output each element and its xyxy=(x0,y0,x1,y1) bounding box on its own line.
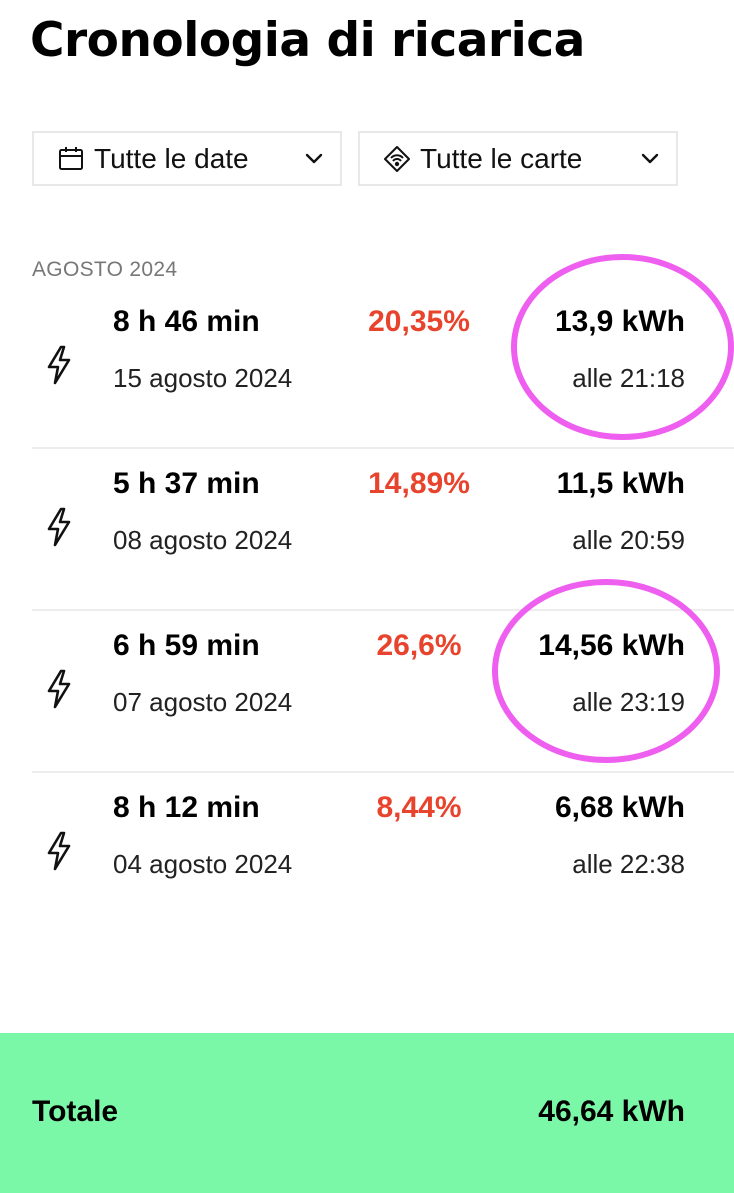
charging-session-row[interactable]: 5 h 37 min 08 agosto 2024 14,89% 11,5 kW… xyxy=(32,449,734,611)
session-time: alle 21:18 xyxy=(572,363,685,393)
charging-session-row[interactable]: 6 h 59 min 07 agosto 2024 26,6% 14,56 kW… xyxy=(32,611,734,773)
lightning-bolt-icon xyxy=(46,669,72,709)
total-value: 46,64 kWh xyxy=(538,1095,685,1128)
session-percent: 26,6% xyxy=(376,629,462,662)
charging-session-row[interactable]: 8 h 12 min 04 agosto 2024 8,44% 6,68 kWh… xyxy=(32,773,734,935)
card-filter-label: Tutte le carte xyxy=(420,142,583,174)
session-duration: 5 h 37 min xyxy=(113,467,260,500)
chevron-down-icon xyxy=(640,151,660,165)
total-bar: Totale 46,64 kWh xyxy=(0,1033,734,1193)
date-filter-dropdown[interactable]: Tutte le date xyxy=(32,131,342,186)
session-percent: 20,35% xyxy=(368,305,470,338)
session-time: alle 23:19 xyxy=(572,687,685,717)
session-energy: 11,5 kWh xyxy=(556,467,685,500)
page-title: Cronologia di ricarica xyxy=(30,13,585,68)
session-time: alle 20:59 xyxy=(572,525,685,555)
session-percent: 8,44% xyxy=(376,791,462,824)
session-percent: 14,89% xyxy=(368,467,470,500)
session-duration: 8 h 46 min xyxy=(113,305,260,338)
session-date: 08 agosto 2024 xyxy=(113,525,293,555)
lightning-bolt-icon xyxy=(46,831,72,871)
session-time: alle 22:38 xyxy=(572,849,685,879)
session-date: 15 agosto 2024 xyxy=(113,363,293,393)
session-duration: 6 h 59 min xyxy=(113,629,260,662)
session-duration: 8 h 12 min xyxy=(113,791,260,824)
charging-session-row[interactable]: 8 h 46 min 15 agosto 2024 20,35% 13,9 kW… xyxy=(32,287,734,449)
total-label: Totale xyxy=(32,1095,119,1128)
session-energy: 14,56 kWh xyxy=(538,629,685,662)
session-energy: 13,9 kWh xyxy=(554,305,685,338)
chevron-down-icon xyxy=(304,151,324,165)
session-energy: 6,68 kWh xyxy=(554,791,685,824)
card-filter-dropdown[interactable]: Tutte le carte xyxy=(358,131,678,186)
lightning-bolt-icon xyxy=(46,345,72,385)
session-date: 04 agosto 2024 xyxy=(113,849,293,879)
rfid-card-icon xyxy=(384,145,410,172)
month-section-label: AGOSTO 2024 xyxy=(32,258,178,281)
session-date: 07 agosto 2024 xyxy=(113,687,293,717)
date-filter-label: Tutte le date xyxy=(94,142,249,174)
lightning-bolt-icon xyxy=(46,507,72,547)
calendar-icon xyxy=(58,146,84,172)
